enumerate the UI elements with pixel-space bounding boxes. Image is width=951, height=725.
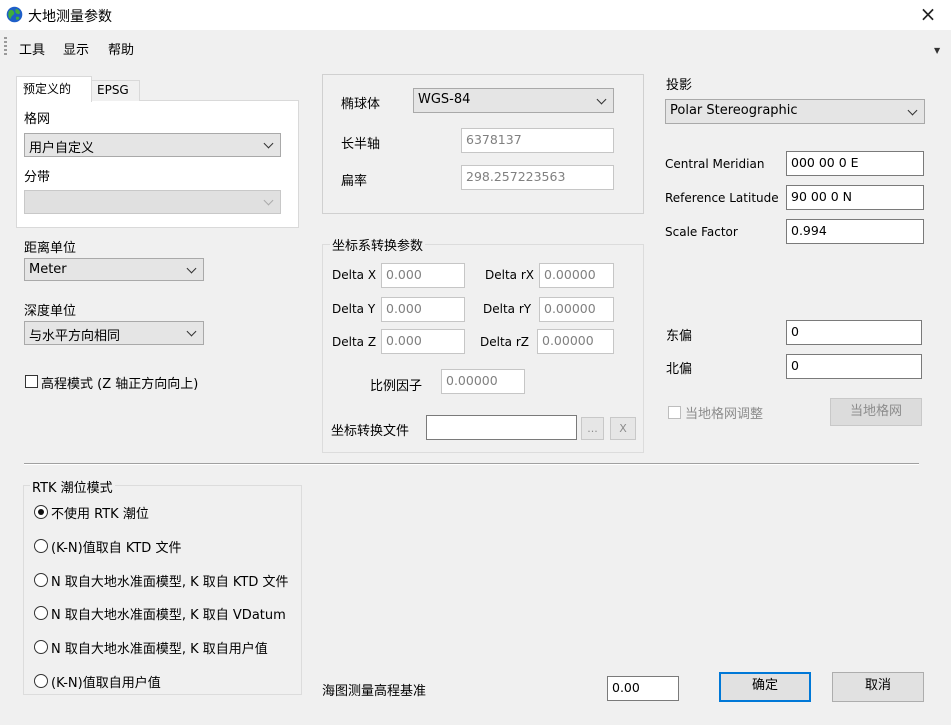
delta-z-label: Delta Z xyxy=(332,335,377,349)
menu-view[interactable]: 显示 xyxy=(63,39,89,58)
rtk-option-label: 不使用 RTK 潮位 xyxy=(51,507,149,522)
delta-rz-input[interactable]: 0.00000 xyxy=(537,329,614,354)
chevron-down-icon xyxy=(907,105,918,116)
distance-unit-value: Meter xyxy=(29,262,67,277)
delta-ry-label: Delta rY xyxy=(483,302,532,316)
rtk-option-label: N 取自大地水准面模型, K 取自 KTD 文件 xyxy=(51,575,289,590)
projection-select[interactable]: Polar Stereographic xyxy=(665,99,925,124)
clear-file-button[interactable]: X xyxy=(610,417,636,440)
grid-select-value: 用户自定义 xyxy=(29,141,95,156)
browse-button[interactable]: ... xyxy=(581,417,604,440)
chart-datum-label: 海图测量高程基准 xyxy=(322,684,427,699)
grid-label: 格网 xyxy=(24,112,51,127)
local-grid-adjust-checkbox[interactable] xyxy=(668,406,681,419)
cancel-button[interactable]: 取消 xyxy=(832,672,924,702)
ok-button[interactable]: 确定 xyxy=(719,672,811,702)
central-meridian-input[interactable]: 000 00 0 E xyxy=(786,151,924,176)
elevation-mode-label: 高程模式 (Z 轴正方向向上) xyxy=(41,377,199,392)
globe-icon xyxy=(6,6,23,23)
projection-value: Polar Stereographic xyxy=(670,103,798,118)
rtk-legend: RTK 潮位模式 xyxy=(30,477,115,496)
toolbar-grip xyxy=(4,37,7,57)
ellipsoid-value: WGS-84 xyxy=(418,92,471,107)
chevron-down-icon xyxy=(186,326,197,337)
ellipsoid-label: 椭球体 xyxy=(341,97,381,112)
transform-legend: 坐标系转换参数 xyxy=(330,235,426,254)
separator xyxy=(24,463,919,465)
distance-unit-select[interactable]: Meter xyxy=(24,258,204,281)
central-meridian-label: Central Meridian xyxy=(665,157,765,171)
semi-major-input[interactable]: 6378137 xyxy=(461,128,614,153)
rtk-option-label: N 取自大地水准面模型, K 取自用户值 xyxy=(51,642,268,657)
rtk-option-radio[interactable] xyxy=(34,573,48,587)
scale-input[interactable]: 0.00000 xyxy=(441,369,525,394)
zone-select[interactable] xyxy=(24,190,281,214)
depth-unit-label: 深度单位 xyxy=(24,304,77,319)
scale-factor-input[interactable]: 0.994 xyxy=(786,219,924,244)
chevron-down-icon xyxy=(263,195,274,206)
rtk-option-label: (K-N)值取自用户值 xyxy=(51,676,161,691)
ellipsoid-select[interactable]: WGS-84 xyxy=(413,88,614,113)
zone-label: 分带 xyxy=(24,170,51,185)
menu-bar xyxy=(0,33,951,61)
reference-latitude-label: Reference Latitude xyxy=(665,191,779,205)
tab-epsg[interactable]: EPSG xyxy=(91,80,140,101)
rtk-option-radio[interactable] xyxy=(34,505,48,519)
delta-z-input[interactable]: 0.000 xyxy=(381,329,465,354)
false-easting-input[interactable]: 0 xyxy=(786,320,922,345)
transform-file-input[interactable] xyxy=(426,415,577,440)
delta-x-input[interactable]: 0.000 xyxy=(381,263,465,288)
semi-major-label: 长半轴 xyxy=(341,137,381,152)
rtk-option-radio[interactable] xyxy=(34,640,48,654)
delta-x-label: Delta X xyxy=(332,268,377,282)
menu-tools[interactable]: 工具 xyxy=(19,39,45,58)
scale-factor-label: Scale Factor xyxy=(665,225,738,239)
rtk-option-radio[interactable] xyxy=(34,674,48,688)
false-easting-label: 东偏 xyxy=(666,329,693,344)
rtk-option-label: (K-N)值取自 KTD 文件 xyxy=(51,541,182,556)
reference-latitude-input[interactable]: 90 00 0 N xyxy=(786,185,924,210)
flattening-input[interactable]: 298.257223563 xyxy=(461,165,614,190)
chevron-down-icon xyxy=(263,138,274,149)
delta-y-input[interactable]: 0.000 xyxy=(381,297,465,322)
distance-unit-label: 距离单位 xyxy=(24,241,77,256)
title-bar xyxy=(0,0,951,30)
elevation-mode-checkbox[interactable] xyxy=(25,375,38,388)
rtk-option-radio[interactable] xyxy=(34,606,48,620)
grid-select[interactable]: 用户自定义 xyxy=(24,133,281,157)
delta-y-label: Delta Y xyxy=(332,302,376,316)
close-button[interactable]: × xyxy=(916,2,940,26)
rtk-option-label: N 取自大地水准面模型, K 取自 VDatum xyxy=(51,608,286,623)
depth-unit-value: 与水平方向相同 xyxy=(29,329,121,344)
delta-rx-input[interactable]: 0.00000 xyxy=(539,263,614,288)
false-northing-label: 北偏 xyxy=(666,362,693,377)
delta-ry-input[interactable]: 0.00000 xyxy=(539,297,614,322)
scale-label: 比例因子 xyxy=(370,379,423,394)
window-title: 大地测量参数 xyxy=(28,9,112,25)
flattening-label: 扁率 xyxy=(341,174,368,189)
rtk-option-radio[interactable] xyxy=(34,539,48,553)
menu-help[interactable]: 帮助 xyxy=(108,39,134,58)
transform-file-label: 坐标转换文件 xyxy=(331,424,410,439)
delta-rx-label: Delta rX xyxy=(485,268,534,282)
chevron-down-icon xyxy=(186,263,197,274)
chevron-down-icon xyxy=(596,94,607,105)
menu-overflow-icon[interactable]: ▼ xyxy=(934,46,940,55)
tab-predefined[interactable]: 预定义的 xyxy=(16,76,92,102)
projection-label: 投影 xyxy=(666,78,693,93)
false-northing-input[interactable]: 0 xyxy=(786,354,922,379)
local-grid-adjust-label: 当地格网调整 xyxy=(685,407,764,422)
depth-unit-select[interactable]: 与水平方向相同 xyxy=(24,321,204,345)
delta-rz-label: Delta rZ xyxy=(480,335,529,349)
chart-datum-input[interactable]: 0.00 xyxy=(607,676,679,701)
local-grid-button[interactable]: 当地格网 xyxy=(830,398,922,426)
